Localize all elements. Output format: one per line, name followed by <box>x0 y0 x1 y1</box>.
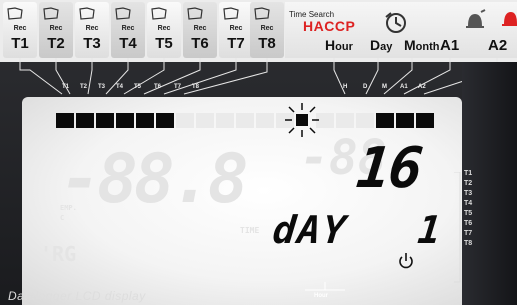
bar-segment <box>196 113 214 128</box>
bar-segment <box>136 113 154 128</box>
indicator-d: D <box>363 84 368 90</box>
main-value: 16 <box>353 136 424 201</box>
hour-marker-line <box>305 282 345 291</box>
indicator-a1: A1 <box>400 84 408 90</box>
bar-segment <box>236 113 254 128</box>
bar-segment <box>396 113 414 128</box>
ghost-c-label: C <box>60 214 65 222</box>
indicator-t1: T1 <box>62 84 70 90</box>
indicator-a2: A2 <box>418 84 426 90</box>
scale-t2: T2 <box>464 180 473 187</box>
hour-marker-label: Hour <box>314 293 328 299</box>
scale-t1: T1 <box>464 170 473 177</box>
bar-segment <box>256 113 274 128</box>
ghost-time-label: TIME <box>240 226 260 235</box>
scale-t4: T4 <box>464 200 473 207</box>
scale-t8: T8 <box>464 240 473 247</box>
bar-segment <box>56 113 74 128</box>
indicator-t2: T2 <box>80 84 88 90</box>
datalogger-panel: Rec T1 Rec T2 Rec T3 Rec T4 Rec T5 Rec T… <box>0 0 517 305</box>
day-label: dAY <box>270 208 350 252</box>
power-icon <box>399 253 413 269</box>
ghost-rg-text: 'RG <box>40 242 77 266</box>
bar-segment <box>96 113 114 128</box>
bar-segment <box>116 113 134 128</box>
scale-t5: T5 <box>464 210 473 217</box>
scale-t3: T3 <box>464 190 473 197</box>
bar-segment <box>156 113 174 128</box>
day-value: 1 <box>415 208 444 252</box>
scale-bracket <box>454 172 461 283</box>
ghost-emp-label: EMP. <box>60 204 77 212</box>
bar-segment <box>176 113 194 128</box>
scale-t6: T6 <box>464 220 473 227</box>
indicator-t3: T3 <box>98 84 106 90</box>
indicator-t6: T6 <box>154 84 162 90</box>
indicator-t4: T4 <box>116 84 124 90</box>
bar-segment <box>376 113 394 128</box>
bar-segment <box>76 113 94 128</box>
indicator-t7: T7 <box>174 84 182 90</box>
indicator-m: M <box>382 84 387 90</box>
bar-segment <box>416 113 434 128</box>
caption: Datalogger LCD display <box>8 289 146 303</box>
scale-t7: T7 <box>464 230 473 237</box>
connector-lines <box>19 58 498 95</box>
bar-segment <box>356 113 374 128</box>
ghost-main-digits: -88.8 <box>60 140 249 219</box>
indicator-t5: T5 <box>134 84 142 90</box>
bar-segment <box>336 113 354 128</box>
bar-segment <box>216 113 234 128</box>
indicator-h: H <box>343 84 348 90</box>
indicator-t8: T8 <box>192 84 200 90</box>
